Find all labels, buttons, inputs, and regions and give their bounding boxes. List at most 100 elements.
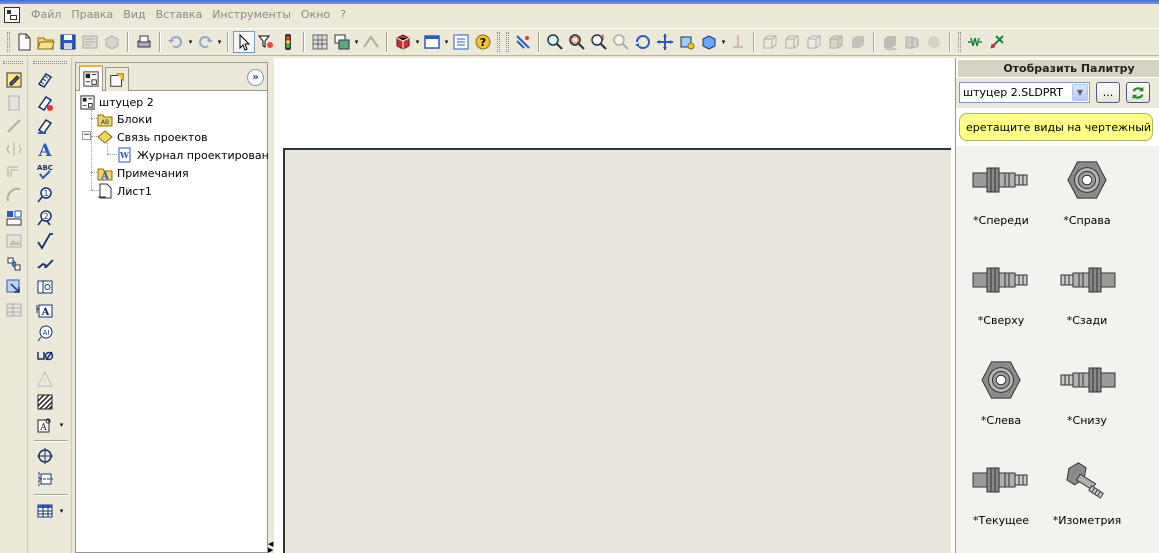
zoom-to-fit-icon[interactable] <box>544 31 566 53</box>
center-mark-icon[interactable] <box>34 446 56 466</box>
convert-entities-icon[interactable] <box>3 254 25 274</box>
zoom-to-area-icon[interactable] <box>566 31 588 53</box>
rotate-view-icon[interactable] <box>632 31 654 53</box>
browse-button[interactable]: ... <box>1096 82 1120 103</box>
table-insert-dropdown-icon[interactable]: ▾ <box>58 501 65 521</box>
chevron-down-icon[interactable]: ▼ <box>1072 84 1088 101</box>
menu-insert[interactable]: Вставка <box>151 4 208 26</box>
toolbar-grip[interactable] <box>958 32 961 52</box>
area-hatch-icon[interactable] <box>34 392 56 412</box>
block-annotation-dropdown-icon[interactable]: ▾ <box>58 415 65 435</box>
palette-view-item[interactable]: *Изометрия <box>1042 446 1132 546</box>
line-sketch-icon[interactable] <box>3 116 25 136</box>
offset-entities-icon[interactable] <box>3 162 25 182</box>
tree-root-item[interactable]: штуцер 2 <box>79 93 154 111</box>
undo-icon[interactable] <box>165 31 187 53</box>
dimension-lock-icon[interactable] <box>360 31 382 53</box>
collapse-toggle[interactable]: − <box>82 131 91 140</box>
refresh-button[interactable] <box>1126 82 1150 103</box>
zoom-in-out-icon[interactable] <box>588 31 610 53</box>
palette-view-item[interactable]: *Сзади <box>1042 246 1132 346</box>
sheet-format-dropdown-icon[interactable]: ▾ <box>443 31 450 53</box>
block-annotation-icon[interactable]: A <box>34 415 56 435</box>
realview-icon[interactable] <box>923 31 945 53</box>
balloon-icon[interactable]: 1 <box>34 185 56 205</box>
toolbar-grip[interactable] <box>3 61 23 64</box>
rectangle-sketch-icon[interactable] <box>3 93 25 113</box>
properties-list-icon[interactable] <box>450 31 472 53</box>
splitter-arrows-icon[interactable]: ◀▶◀▶ <box>268 541 273 553</box>
display-style-dropdown-icon[interactable]: ▾ <box>720 31 727 53</box>
magnet-snap-icon[interactable] <box>512 31 534 53</box>
new-document-icon[interactable] <box>13 31 35 53</box>
tree-item-annotations[interactable]: A Примечания <box>97 164 189 182</box>
datum-target-icon[interactable] <box>34 346 56 366</box>
view-orientation-icon[interactable] <box>676 31 698 53</box>
model-items-icon[interactable] <box>34 93 56 113</box>
layer-dropdown-icon[interactable]: ▾ <box>353 31 360 53</box>
toolbar-grip[interactable] <box>33 61 67 64</box>
menu-edit[interactable]: Правка <box>66 4 118 26</box>
make-assembly-icon[interactable] <box>101 31 123 53</box>
smart-dimension-icon[interactable] <box>34 70 56 90</box>
table-insert-icon[interactable] <box>34 501 56 521</box>
edit-sheet-icon[interactable] <box>3 70 25 90</box>
menu-view[interactable]: Вид <box>118 4 150 26</box>
move-entities-icon[interactable] <box>3 277 25 297</box>
menu-help[interactable]: ? <box>335 4 351 26</box>
geometric-tolerance-icon[interactable]: A <box>34 300 56 320</box>
palette-view-item[interactable]: *Снизу <box>1042 346 1132 446</box>
revision-symbol-icon[interactable]: ! <box>34 369 56 389</box>
tree-item-blocks[interactable]: AB Блоки <box>97 110 152 128</box>
auto-balloon-icon[interactable]: 2 <box>34 208 56 228</box>
make-drawing-icon[interactable] <box>79 31 101 53</box>
centerline-icon[interactable] <box>34 469 56 489</box>
toolbar-grip[interactable] <box>497 32 500 52</box>
select-arrow-icon[interactable] <box>233 31 255 53</box>
datum-feature-icon[interactable]: AI <box>34 323 56 343</box>
mate-icon[interactable] <box>986 31 1008 53</box>
surface-finish-icon[interactable] <box>34 231 56 251</box>
save-icon[interactable] <box>57 31 79 53</box>
arc-sketch-icon[interactable] <box>3 185 25 205</box>
block-insert-icon[interactable] <box>3 208 25 228</box>
toolbar-grip[interactable] <box>506 32 509 52</box>
note-icon[interactable]: A <box>34 139 56 159</box>
expand-panel-button[interactable]: » <box>247 69 264 86</box>
shadows-icon[interactable] <box>879 31 901 53</box>
shaded-with-edges-icon[interactable] <box>825 31 847 53</box>
hole-callout-icon[interactable] <box>34 277 56 297</box>
print-icon[interactable] <box>133 31 155 53</box>
feature-tree-tab[interactable] <box>79 65 103 91</box>
menu-tools[interactable]: Инструменты <box>207 4 296 26</box>
sheet-format-icon[interactable] <box>421 31 443 53</box>
display-style-icon[interactable] <box>698 31 720 53</box>
redo-dropdown-icon[interactable]: ▾ <box>216 31 223 53</box>
table-sketch-icon[interactable] <box>3 300 25 320</box>
select-filter-icon[interactable] <box>255 31 277 53</box>
hidden-lines-visible-icon[interactable] <box>781 31 803 53</box>
picture-insert-icon[interactable] <box>3 231 25 251</box>
undo-dropdown-icon[interactable]: ▾ <box>187 31 194 53</box>
tree-item-design-binder[interactable]: Связь проектов <box>97 128 208 146</box>
3d-model-dropdown-icon[interactable]: ▾ <box>414 31 421 53</box>
shaded-icon[interactable] <box>847 31 869 53</box>
zoom-to-selection-icon[interactable] <box>610 31 632 53</box>
open-folder-icon[interactable] <box>35 31 57 53</box>
redo-icon[interactable] <box>194 31 216 53</box>
app-icon[interactable] <box>4 7 20 23</box>
spring-icon[interactable] <box>964 31 986 53</box>
document-select[interactable]: штуцер 2.SLDPRT ▼ <box>959 82 1090 103</box>
weld-symbol-icon[interactable] <box>34 254 56 274</box>
drawing-sheet[interactable] <box>283 148 951 553</box>
menu-window[interactable]: Окно <box>296 4 335 26</box>
drawing-canvas[interactable] <box>274 58 955 553</box>
pan-icon[interactable] <box>654 31 676 53</box>
rebuild-icon[interactable] <box>277 31 299 53</box>
palette-view-item[interactable]: *Спереди <box>956 146 1046 246</box>
tree-item-sheet[interactable]: Лист1 <box>97 182 152 200</box>
palette-view-item[interactable]: *Текущее <box>956 446 1046 546</box>
spell-check-icon[interactable]: ABC <box>34 162 56 182</box>
palette-view-item[interactable]: *Слева <box>956 346 1046 446</box>
grid-icon[interactable] <box>309 31 331 53</box>
